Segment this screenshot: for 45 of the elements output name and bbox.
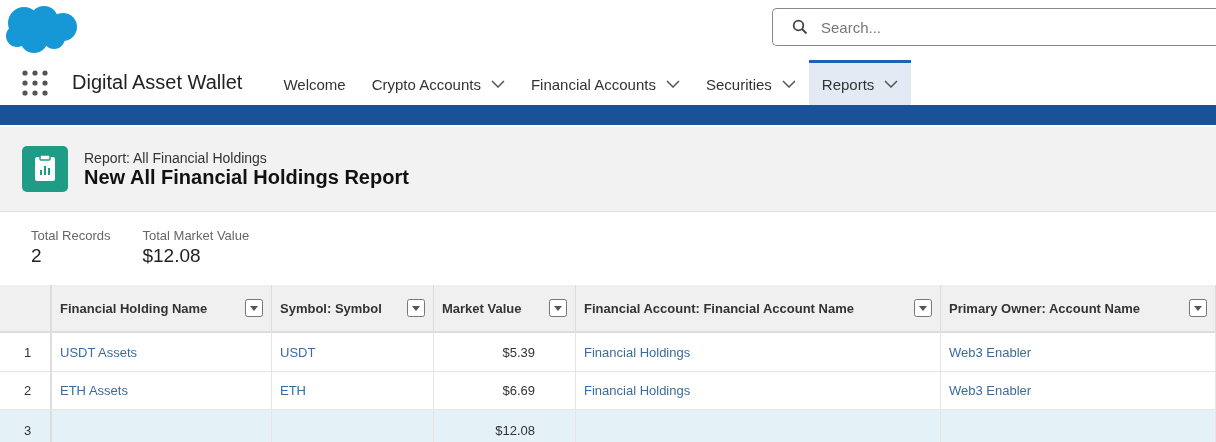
summary-value: $12.08: [142, 245, 202, 267]
nav-tab[interactable]: Financial Accounts: [517, 60, 693, 105]
app-title: Digital Asset Wallet: [72, 71, 243, 94]
table-cell: $5.39: [502, 344, 535, 360]
row-number: 2: [24, 383, 32, 398]
cell-link[interactable]: ETH: [280, 383, 306, 398]
cell-link[interactable]: USDT Assets: [60, 344, 138, 360]
app-launcher-icon[interactable]: [22, 70, 48, 96]
dropdown-icon[interactable]: [1189, 299, 1207, 317]
nav-tab[interactable]: Crypto Accounts: [358, 60, 518, 105]
chevron-down-icon[interactable]: [884, 80, 899, 88]
chevron-down-icon[interactable]: [490, 80, 505, 88]
table-cell: $12.08: [495, 422, 535, 438]
cell-link[interactable]: Web3 Enabler: [949, 344, 1032, 360]
clipboard-chart-icon: [22, 146, 68, 192]
column-header[interactable]: Symbol: Symbol: [280, 300, 382, 316]
search-field[interactable]: Search...: [772, 8, 1216, 46]
column-header[interactable]: Financial Account: Financial Account Name: [584, 300, 854, 316]
column-header[interactable]: Market Value: [442, 300, 522, 316]
cell-link[interactable]: Financial Holdings: [584, 344, 691, 360]
summary-value: 2: [31, 245, 43, 267]
dropdown-icon[interactable]: [549, 299, 567, 317]
column-header[interactable]: Primary Owner: Account Name: [949, 300, 1140, 316]
table-cell: $6.69: [502, 383, 535, 398]
row-number: 3: [24, 422, 32, 438]
cell-link[interactable]: Web3 Enabler: [949, 383, 1032, 398]
nav-tab[interactable]: Welcome: [270, 60, 359, 105]
dropdown-icon[interactable]: [407, 299, 425, 317]
report-type-label: Report: All Financial Holdings: [84, 149, 268, 166]
row-number: 1: [24, 344, 32, 360]
cloud-logo[interactable]: [4, 3, 80, 55]
cell-link[interactable]: USDT: [280, 344, 316, 360]
cell-link[interactable]: ETH Assets: [60, 383, 128, 398]
cell-link[interactable]: Financial Holdings: [584, 383, 691, 398]
column-header[interactable]: Financial Holding Name: [60, 300, 208, 316]
summary-label: Total Records: [31, 228, 111, 243]
nav-tab[interactable]: Reports: [808, 60, 912, 105]
report-title: New All Financial Holdings Report: [84, 165, 409, 189]
dropdown-icon[interactable]: [914, 299, 932, 317]
chevron-down-icon[interactable]: [781, 80, 796, 88]
dropdown-icon[interactable]: [245, 299, 263, 317]
search-icon: [792, 19, 808, 35]
chevron-down-icon[interactable]: [666, 80, 680, 88]
summary-label: Total Market Value: [142, 228, 250, 243]
nav-tab[interactable]: Securities: [693, 60, 809, 105]
